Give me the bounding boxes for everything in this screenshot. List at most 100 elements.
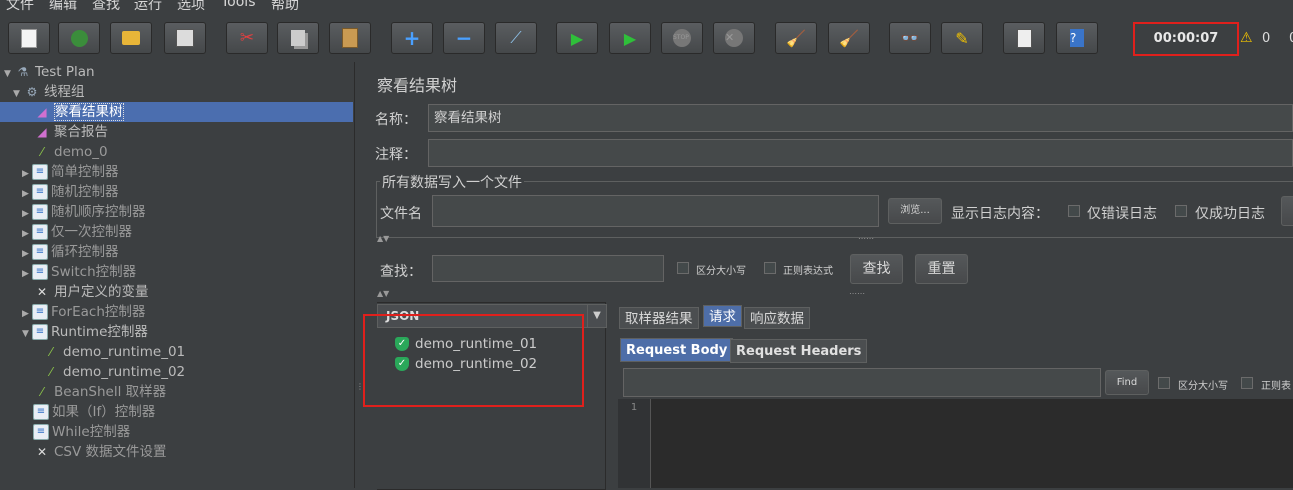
toggle-button[interactable]: ⟋ bbox=[495, 22, 537, 54]
stop-button[interactable]: STOP bbox=[661, 22, 703, 54]
body-case-sensitive-checkbox[interactable] bbox=[1158, 377, 1170, 389]
tree-item-random-controller[interactable]: ▶ ≡ 随机控制器 bbox=[22, 182, 119, 202]
reset-button[interactable]: 重置 bbox=[915, 254, 968, 284]
function-helper-button[interactable] bbox=[1003, 22, 1045, 54]
open-button[interactable] bbox=[110, 22, 152, 54]
controller-icon: ≡ bbox=[32, 244, 48, 260]
tree-item-label: 聚合报告 bbox=[54, 124, 108, 140]
cut-button[interactable]: ✂ bbox=[226, 22, 268, 54]
errors-only-checkbox[interactable] bbox=[1068, 205, 1080, 217]
vertical-splitter-grip-icon[interactable]: ⋮ bbox=[356, 383, 364, 404]
body-case-sensitive-label: 区分大小写 bbox=[1178, 381, 1228, 392]
copy-button[interactable] bbox=[277, 22, 319, 54]
start-no-pause-button[interactable]: ▶ bbox=[609, 22, 651, 54]
body-find-input[interactable] bbox=[623, 368, 1101, 397]
expand-arrow-icon[interactable]: ▼ bbox=[13, 84, 23, 104]
menu-help[interactable]: 帮助 bbox=[271, 0, 299, 14]
tab-response-data[interactable]: 响应数据 bbox=[744, 307, 810, 329]
tree-item-random-order-controller[interactable]: ▶ ≡ 随机顺序控制器 bbox=[22, 202, 146, 222]
expand-arrow-icon[interactable]: ▼ bbox=[22, 324, 32, 344]
expand-button[interactable]: + bbox=[391, 22, 433, 54]
tab-request-body[interactable]: Request Body bbox=[620, 338, 734, 362]
collapse-arrow-icon[interactable]: ▶ bbox=[22, 304, 32, 324]
tree-item-test-plan[interactable]: ▼ ⚗ Test Plan bbox=[4, 62, 95, 82]
regex-checkbox[interactable] bbox=[764, 262, 776, 274]
splitter-arrows-icon[interactable]: ▲▼ bbox=[377, 289, 389, 298]
splitter-grip-icon[interactable]: ⋯⋯ bbox=[858, 234, 874, 243]
filename-label: 文件名 bbox=[380, 206, 422, 222]
request-body-editor[interactable]: 1 bbox=[618, 399, 1293, 488]
tree-item-aggregate-report[interactable]: ◢ 聚合报告 bbox=[33, 122, 108, 142]
collapse-arrow-icon[interactable]: ▶ bbox=[22, 184, 32, 204]
reset-search-button[interactable]: ✎ bbox=[941, 22, 983, 54]
search-input[interactable] bbox=[432, 255, 664, 282]
tree-item-runtime-controller[interactable]: ▼ ≡ Runtime控制器 bbox=[22, 322, 148, 342]
filename-field[interactable] bbox=[432, 195, 879, 227]
controller-icon: ≡ bbox=[33, 424, 49, 440]
collapse-arrow-icon[interactable]: ▶ bbox=[22, 244, 32, 264]
case-sensitive-checkbox[interactable] bbox=[677, 262, 689, 274]
tree-item-thread-group[interactable]: ▼ ⚙ 线程组 bbox=[13, 82, 85, 102]
expand-arrow-icon[interactable]: ▼ bbox=[4, 64, 14, 84]
tree-item-user-defined-variables[interactable]: ✕ 用户定义的变量 bbox=[33, 282, 149, 302]
chevron-down-icon[interactable]: ▼ bbox=[587, 305, 606, 327]
comment-field[interactable] bbox=[428, 139, 1293, 167]
help-button[interactable]: ? bbox=[1056, 22, 1098, 54]
tree-item-simple-controller[interactable]: ▶ ≡ 简单控制器 bbox=[22, 162, 119, 182]
menu-run[interactable]: 运行 bbox=[134, 0, 162, 14]
tree-item-demo-0[interactable]: ⁄ demo_0 bbox=[33, 142, 108, 162]
tree-item-switch-controller[interactable]: ▶ ≡ Switch控制器 bbox=[22, 262, 136, 282]
tree-item-csv-data-set[interactable]: ✕ CSV 数据文件设置 bbox=[33, 442, 167, 462]
collapse-arrow-icon[interactable]: ▶ bbox=[22, 224, 32, 244]
tree-item-loop-controller[interactable]: ▶ ≡ 循环控制器 bbox=[22, 242, 119, 262]
menu-tools[interactable]: Tools bbox=[221, 0, 256, 10]
tree-item-view-results-tree[interactable]: ◢ 察看结果树 bbox=[0, 102, 353, 122]
templates-button[interactable] bbox=[58, 22, 100, 54]
configure-button[interactable] bbox=[1281, 196, 1293, 226]
tree-item-once-only-controller[interactable]: ▶ ≡ 仅一次控制器 bbox=[22, 222, 132, 242]
expand-icon: + bbox=[403, 26, 421, 50]
splitter-grip-icon[interactable]: ⋯⋯ bbox=[849, 289, 865, 298]
save-button[interactable] bbox=[164, 22, 206, 54]
name-field[interactable]: 察看结果树 bbox=[428, 104, 1293, 132]
tree-item-while-controller[interactable]: ≡ While控制器 bbox=[33, 422, 130, 442]
collapse-arrow-icon[interactable]: ▶ bbox=[22, 204, 32, 224]
success-only-checkbox[interactable] bbox=[1175, 205, 1187, 217]
find-button[interactable]: 查找 bbox=[850, 254, 903, 284]
cut-icon: ✂ bbox=[239, 28, 255, 48]
clear-button[interactable]: 🧹 bbox=[775, 22, 817, 54]
write-to-file-legend: 所有数据写入一个文件 bbox=[380, 172, 524, 192]
tree-item-demo-runtime-01[interactable]: ⁄ demo_runtime_01 bbox=[42, 342, 185, 362]
start-button[interactable]: ▶ bbox=[556, 22, 598, 54]
tree-item-beanshell-sampler[interactable]: ⁄ BeanShell 取样器 bbox=[33, 382, 166, 402]
new-button[interactable] bbox=[8, 22, 50, 54]
tree-item-label: BeanShell 取样器 bbox=[54, 384, 167, 400]
tab-request-headers[interactable]: Request Headers bbox=[730, 339, 868, 363]
splitter-arrows-icon[interactable]: ▲▼ bbox=[377, 234, 389, 243]
menu-edit[interactable]: 编辑 bbox=[49, 0, 77, 14]
collapse-button[interactable]: − bbox=[443, 22, 485, 54]
tree-item-label: Switch控制器 bbox=[51, 264, 137, 280]
view-results-tree-panel: 察看结果树 名称： 察看结果树 注释： 所有数据写入一个文件 文件名 浏览...… bbox=[355, 62, 1293, 490]
clear-all-button[interactable]: 🧹 bbox=[828, 22, 870, 54]
menu-options[interactable]: 选项 bbox=[177, 0, 205, 14]
tree-item-if-controller[interactable]: ≡ 如果（If）控制器 bbox=[33, 402, 155, 422]
search-button[interactable]: 👓 bbox=[889, 22, 931, 54]
page-title: 察看结果树 bbox=[377, 76, 458, 95]
tree-item-demo-runtime-02[interactable]: ⁄ demo_runtime_02 bbox=[42, 362, 185, 382]
menu-file[interactable]: 文件 bbox=[6, 0, 34, 14]
tab-request[interactable]: 请求 bbox=[703, 305, 742, 327]
sampler-icon: ⁄ bbox=[49, 365, 52, 379]
collapse-arrow-icon[interactable]: ▶ bbox=[22, 164, 32, 184]
tab-sampler-result[interactable]: 取样器结果 bbox=[619, 307, 699, 329]
log-content-label: 显示日志内容： bbox=[951, 206, 1049, 222]
shutdown-button[interactable]: ✕ bbox=[713, 22, 755, 54]
paste-button[interactable] bbox=[329, 22, 371, 54]
browse-button[interactable]: 浏览... bbox=[888, 198, 942, 224]
body-find-button[interactable]: Find bbox=[1105, 370, 1149, 395]
tree-item-foreach-controller[interactable]: ▶ ≡ ForEach控制器 bbox=[22, 302, 145, 322]
tree-item-label: demo_runtime_02 bbox=[63, 364, 186, 380]
collapse-arrow-icon[interactable]: ▶ bbox=[22, 264, 32, 284]
body-regex-checkbox[interactable] bbox=[1241, 377, 1253, 389]
menu-search[interactable]: 查找 bbox=[92, 0, 120, 14]
